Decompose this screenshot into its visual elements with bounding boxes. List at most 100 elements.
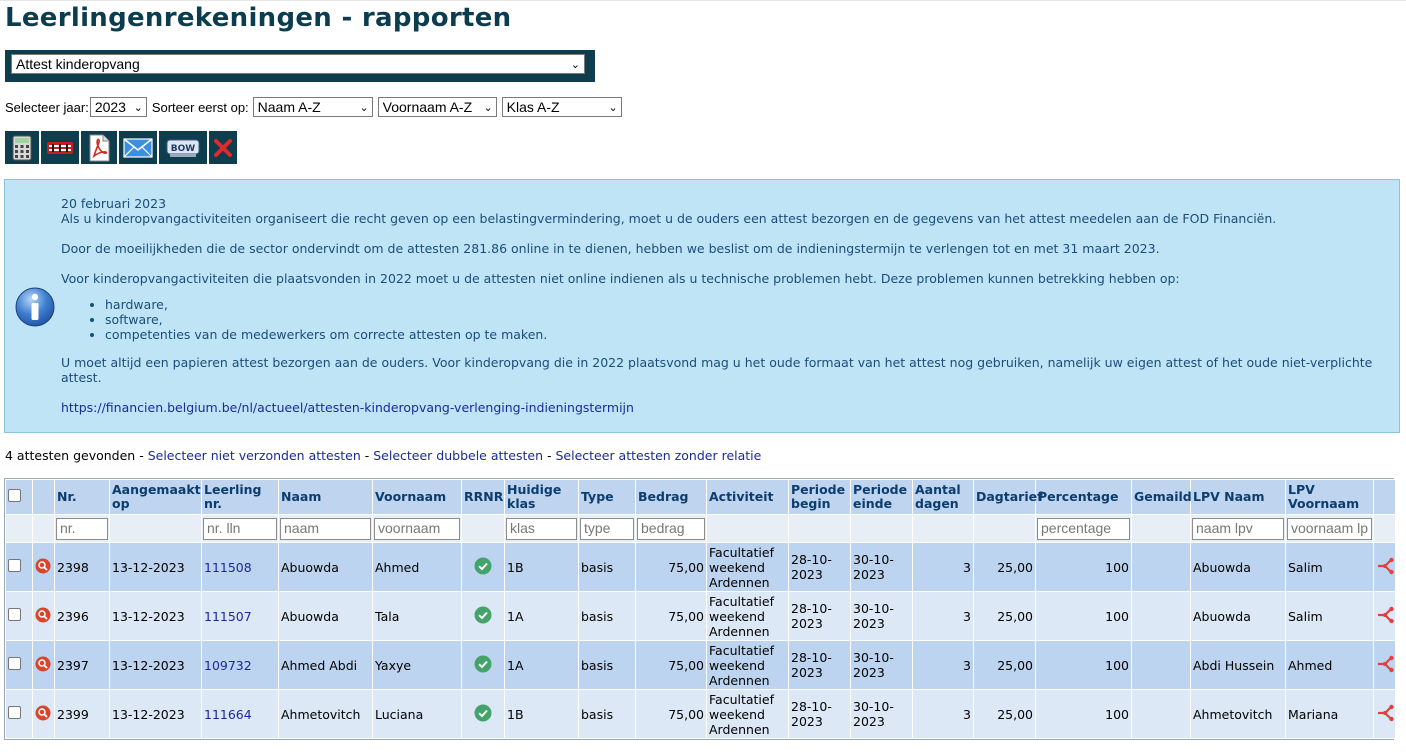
row-checkbox[interactable]: [8, 706, 21, 719]
header-bedrag[interactable]: Bedrag: [635, 479, 707, 515]
year-select[interactable]: 2023 ⌄: [89, 97, 147, 117]
header-nr[interactable]: Nr.: [54, 479, 110, 515]
info-paragraph-2: Door de moeilijkheden die de sector onde…: [61, 241, 1160, 256]
filter-bedrag-input[interactable]: bedrag: [637, 517, 705, 540]
report-select[interactable]: Attest kinderopvang ⌄: [11, 54, 585, 74]
relation-icon[interactable]: [1376, 557, 1396, 575]
table-row[interactable]: 2396 13-12-2023 111507 Abuowda Tala 1A b…: [5, 591, 1396, 641]
header-periode-begin[interactable]: Periode begin: [788, 479, 851, 515]
cell-voornaam: Yaxye: [372, 640, 462, 690]
filter-type-input[interactable]: type: [580, 517, 634, 540]
row-action-cell: [32, 640, 55, 690]
transfer-button[interactable]: [41, 131, 79, 164]
cell-leerling-nr-link[interactable]: 111508: [201, 542, 279, 592]
row-checkbox[interactable]: [8, 608, 21, 621]
header-gemaild[interactable]: Gemaild: [1131, 479, 1192, 515]
header-klas[interactable]: Huidige klas: [504, 479, 579, 515]
filter-klas-input[interactable]: klas: [506, 517, 577, 540]
select-duplicates-link[interactable]: Selecteer dubbele attesten: [373, 448, 543, 463]
cell-leerling-nr-link[interactable]: 111507: [201, 591, 279, 641]
filter-cell: [32, 514, 55, 543]
row-checkbox[interactable]: [8, 657, 21, 670]
check-circle-icon: [474, 704, 492, 721]
select-all-checkbox[interactable]: [8, 489, 21, 502]
header-periode-einde[interactable]: Periode einde: [850, 479, 913, 515]
bow-button[interactable]: BOW: [159, 131, 207, 164]
filter-nr-input[interactable]: nr.: [56, 517, 108, 540]
view-icon[interactable]: [35, 705, 51, 721]
info-link[interactable]: https://financien.belgium.be/nl/actueel/…: [61, 400, 634, 415]
date-line: 30-10-: [853, 650, 894, 665]
select-no-relation-link[interactable]: Selecteer attesten zonder relatie: [556, 448, 762, 463]
date-line: 2023: [853, 567, 885, 582]
info-date: 20 februari 2023: [61, 196, 167, 211]
row-select-cell: [5, 591, 33, 641]
date-line: 2023: [791, 714, 823, 729]
header-voornaam[interactable]: Voornaam: [372, 479, 462, 515]
cell-voornaam: Tala: [372, 591, 462, 641]
filter-percentage-input[interactable]: percentage: [1037, 517, 1130, 540]
header-aantal-dagen[interactable]: Aantal dagen: [912, 479, 974, 515]
relation-icon[interactable]: [1376, 606, 1396, 624]
view-icon[interactable]: [35, 607, 51, 623]
row-action-cell: [32, 542, 55, 592]
sort3-select[interactable]: Klas A-Z ⌄: [501, 97, 622, 117]
chevron-down-icon: ⌄: [359, 101, 369, 114]
header-lpv-voornaam[interactable]: LPV Voornaam: [1285, 479, 1374, 515]
cell-type: basis: [578, 542, 636, 592]
view-icon[interactable]: [35, 558, 51, 574]
header-activiteit[interactable]: Activiteit: [706, 479, 789, 515]
cell-rrnr: [461, 640, 505, 690]
calculator-icon: [12, 135, 32, 160]
pdf-button[interactable]: [81, 131, 117, 164]
filter-voornaam-input[interactable]: voornaam: [374, 517, 460, 540]
relation-icon[interactable]: [1376, 655, 1396, 673]
header-leerling-nr[interactable]: Leerling nr.: [201, 479, 279, 515]
report-select-value: Attest kinderopvang: [16, 56, 140, 72]
cell-leerling-nr-link[interactable]: 109732: [201, 640, 279, 690]
select-unsent-link[interactable]: Selecteer niet verzonden attesten: [148, 448, 361, 463]
header-rrnr[interactable]: RRNR: [461, 479, 505, 515]
filter-naam-input[interactable]: naam: [280, 517, 371, 540]
activity-line: weekend: [709, 608, 765, 624]
table-row[interactable]: 2397 13-12-2023 109732 Ahmed Abdi Yaxye …: [5, 640, 1396, 690]
view-icon[interactable]: [35, 656, 51, 672]
table-row[interactable]: 2398 13-12-2023 111508 Abuowda Ahmed 1B …: [5, 542, 1396, 592]
cell-periode-einde: 30-10- 2023: [850, 542, 913, 592]
filter-lpv-voornaam-input[interactable]: voornaam lp: [1287, 517, 1372, 540]
separator: -: [135, 448, 148, 463]
header-type[interactable]: Type: [578, 479, 636, 515]
delete-button[interactable]: [209, 131, 237, 164]
header-naam[interactable]: Naam: [278, 479, 373, 515]
separator: -: [360, 448, 374, 463]
table-row[interactable]: 2399 13-12-2023 111664 Ahmetovitch Lucia…: [5, 689, 1396, 739]
activity-line: Ardennen: [709, 574, 770, 590]
date-line: 28-10-: [791, 699, 832, 714]
header-dagtarief[interactable]: Dagtarief: [973, 479, 1043, 515]
cell-naam: Abuowda: [278, 591, 373, 641]
calculator-button[interactable]: [5, 131, 39, 164]
cell-percentage: 100: [1035, 689, 1132, 739]
cell-voornaam: Ahmed: [372, 542, 462, 592]
cell-periode-einde: 30-10- 2023: [850, 640, 913, 690]
cell-dagtarief: 25,00: [973, 591, 1036, 641]
mail-button[interactable]: [119, 131, 157, 164]
cell-leerling-nr-link[interactable]: 111664: [201, 689, 279, 739]
cell-nr: 2396: [54, 591, 110, 641]
filter-cell: [912, 514, 974, 543]
sort2-select[interactable]: Voornaam A-Z ⌄: [377, 97, 497, 117]
header-aangemaakt[interactable]: Aangemaakt op: [109, 479, 202, 515]
cell-relation: [1373, 640, 1396, 690]
filter-lln-input[interactable]: nr. lln: [203, 517, 277, 540]
header-text: dagen: [915, 496, 959, 511]
year-select-value: 2023: [94, 99, 126, 115]
header-percentage[interactable]: Percentage: [1035, 479, 1132, 515]
relation-icon[interactable]: [1376, 704, 1396, 722]
activity-line: Facultatief: [709, 691, 774, 707]
filter-lpv-naam-input[interactable]: naam lpv: [1192, 517, 1284, 540]
row-checkbox[interactable]: [8, 559, 21, 572]
cell-aantal-dagen: 3: [912, 689, 974, 739]
header-lpv-naam[interactable]: LPV Naam: [1190, 479, 1286, 515]
check-circle-icon: [474, 655, 492, 672]
sort1-select[interactable]: Naam A-Z ⌄: [252, 97, 373, 117]
